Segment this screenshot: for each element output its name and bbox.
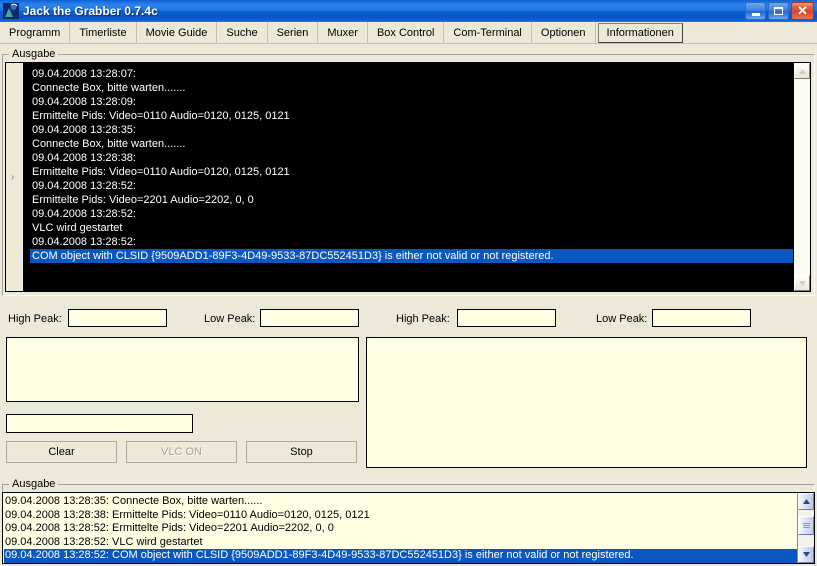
menu-item-suche[interactable]: Suche	[217, 22, 268, 44]
command-input[interactable]	[6, 414, 193, 433]
bottom-log-line[interactable]: 09.04.2008 13:28:52: Ermittelte Pids: Vi…	[4, 522, 797, 536]
console-gutter[interactable]: ›	[6, 63, 24, 291]
window-title: Jack the Grabber 0.7.4c	[23, 4, 158, 18]
right-high-peak-input[interactable]	[457, 309, 556, 327]
bottom-scroll-track[interactable]	[798, 510, 814, 546]
right-low-peak-label: Low Peak:	[596, 313, 648, 325]
menu-separator	[0, 43, 817, 44]
menu-item-muxer[interactable]: Muxer	[318, 22, 368, 44]
vlc-on-button-label: VLC ON	[161, 446, 202, 458]
menu-item-box-control[interactable]: Box Control	[368, 22, 445, 44]
minimize-icon	[751, 12, 760, 16]
bottom-log-list[interactable]: 09.04.2008 13:28:35: Connecte Box, bitte…	[3, 493, 797, 563]
scroll-down-icon[interactable]	[798, 546, 814, 563]
title-bar[interactable]: Jack the Grabber 0.7.4c ✕	[0, 0, 817, 22]
main-menu-bar: Programm Timerliste Movie Guide Suche Se…	[0, 22, 817, 44]
menu-label: Box Control	[376, 27, 435, 39]
log-line[interactable]: 09.04.2008 13:28:07:	[30, 67, 793, 81]
console-scroll-track[interactable]	[794, 79, 810, 275]
grip-icon	[802, 522, 810, 529]
clear-button[interactable]: Clear	[6, 441, 117, 463]
menu-label: Optionen	[540, 27, 586, 39]
left-high-peak-input[interactable]	[68, 309, 167, 327]
close-button[interactable]: ✕	[791, 2, 814, 20]
bottom-log-line[interactable]: 09.04.2008 13:28:52: VLC wird gestartet	[4, 536, 797, 550]
stop-button[interactable]: Stop	[246, 441, 357, 463]
right-low-peak-input[interactable]	[652, 309, 751, 327]
maximize-icon	[774, 7, 783, 15]
log-line[interactable]: 09.04.2008 13:28:09:	[30, 95, 793, 109]
menu-label: Programm	[9, 27, 61, 39]
log-line[interactable]: Ermittelte Pids: Video=0110 Audio=0120, …	[30, 165, 793, 179]
menu-label: Com-Terminal	[453, 27, 522, 39]
splitter-marker-icon: ›	[11, 172, 15, 183]
caption-button-group: ✕	[745, 2, 814, 20]
close-icon: ✕	[797, 3, 808, 18]
app-icon[interactable]	[3, 3, 19, 19]
bottom-log-line[interactable]: 09.04.2008 13:28:35: Connecte Box, bitte…	[4, 495, 797, 509]
right-display-panel[interactable]	[366, 337, 807, 468]
console-scrollbar[interactable]	[793, 63, 810, 291]
log-line[interactable]: VLC wird gestartet	[30, 221, 793, 235]
bottom-scrollbar[interactable]	[797, 493, 814, 563]
log-line[interactable]: Connecte Box, bitte warten.......	[30, 137, 793, 151]
left-high-peak-label: High Peak:	[8, 313, 62, 325]
log-line-selected[interactable]: COM object with CLSID {9509ADD1-89F3-4D4…	[30, 249, 793, 263]
menu-label: Serien	[276, 27, 309, 39]
menu-item-informationen[interactable]: Informationen	[597, 23, 683, 43]
menu-label: Suche	[226, 27, 258, 39]
menu-label: Timerliste	[79, 27, 127, 39]
left-display-panel[interactable]	[6, 337, 359, 402]
bottom-log-line-selected[interactable]: 09.04.2008 13:28:52: COM object with CLS…	[4, 549, 797, 563]
scroll-down-icon[interactable]	[794, 275, 810, 291]
menu-item-programm[interactable]: Programm	[0, 22, 71, 44]
menu-item-com-terminal[interactable]: Com-Terminal	[444, 22, 532, 44]
left-low-peak-label: Low Peak:	[204, 313, 256, 325]
scroll-up-icon[interactable]	[794, 63, 810, 79]
maximize-button[interactable]	[768, 2, 789, 20]
log-line[interactable]: Ermittelte Pids: Video=2201 Audio=2202, …	[30, 193, 793, 207]
menu-item-serien[interactable]: Serien	[268, 22, 319, 44]
bottom-output-area: 09.04.2008 13:28:35: Connecte Box, bitte…	[2, 492, 815, 564]
right-high-peak-label: High Peak:	[396, 313, 450, 325]
menu-item-timerliste[interactable]: Timerliste	[70, 22, 137, 44]
vlc-on-button[interactable]: VLC ON	[126, 441, 237, 463]
minimize-button[interactable]	[745, 2, 766, 20]
menu-label: Muxer	[327, 27, 358, 39]
bottom-log-line[interactable]: 09.04.2008 13:28:38: Ermittelte Pids: Vi…	[4, 509, 797, 523]
log-line[interactable]: 09.04.2008 13:28:52:	[30, 179, 793, 193]
menu-item-movie-guide[interactable]: Movie Guide	[137, 22, 218, 44]
console-output-area: › 09.04.2008 13:28:07: Connecte Box, bit…	[5, 62, 811, 292]
log-line[interactable]: 09.04.2008 13:28:52:	[30, 207, 793, 221]
log-line[interactable]: 09.04.2008 13:28:35:	[30, 123, 793, 137]
log-line[interactable]: 09.04.2008 13:28:52:	[30, 235, 793, 249]
menu-label: Informationen	[606, 27, 674, 39]
bottom-scroll-thumb[interactable]	[798, 516, 814, 535]
application-window: Jack the Grabber 0.7.4c ✕ Programm Timer…	[0, 0, 817, 566]
clear-button-label: Clear	[48, 446, 75, 458]
stop-button-label: Stop	[290, 446, 313, 458]
bottom-group-label: Ausgabe	[9, 478, 59, 490]
log-line[interactable]: Ermittelte Pids: Video=0110 Audio=0120, …	[30, 109, 793, 123]
left-low-peak-input[interactable]	[260, 309, 359, 327]
log-line[interactable]: Connecte Box, bitte warten.......	[30, 81, 793, 95]
log-line[interactable]: 09.04.2008 13:28:38:	[30, 151, 793, 165]
console-group-label: Ausgabe	[9, 48, 59, 60]
console-log-list[interactable]: 09.04.2008 13:28:07: Connecte Box, bitte…	[24, 63, 793, 291]
scroll-up-icon[interactable]	[798, 493, 814, 510]
menu-label: Movie Guide	[145, 27, 208, 39]
menu-item-optionen[interactable]: Optionen	[532, 22, 596, 44]
